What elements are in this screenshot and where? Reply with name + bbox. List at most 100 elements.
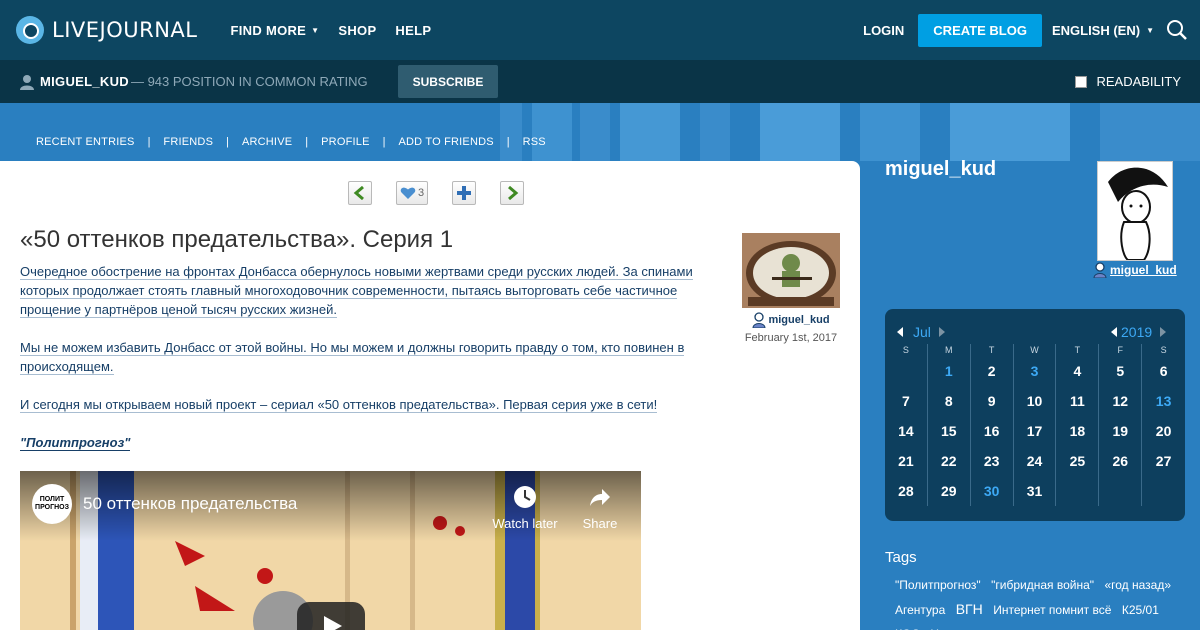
calendar-day: 5 xyxy=(1099,356,1143,386)
arrow-right-icon xyxy=(508,186,519,200)
calendar-day: 28 xyxy=(885,476,928,506)
previous-month-icon[interactable] xyxy=(897,327,903,337)
tag-link[interactable]: Интернет помнит всё xyxy=(993,603,1111,617)
create-blog-button[interactable]: CREATE BLOG xyxy=(918,13,1042,47)
channel-avatar[interactable]: ПОЛИТ ПРОГНОЗ xyxy=(32,484,72,524)
nav-find-more[interactable]: FIND MORE ▼ xyxy=(231,23,320,38)
calendar-day: 14 xyxy=(885,416,928,446)
calendar-day: 9 xyxy=(971,386,1014,416)
embedded-video[interactable]: ПОЛИТ ПРОГНОЗ 50 оттенков предательства … xyxy=(20,471,641,630)
journal-name: miguel_kud xyxy=(885,158,997,180)
entry-meta: miguel_kud February 1st, 2017 xyxy=(742,312,840,344)
calendar-month: Jul xyxy=(897,324,945,340)
entry-paragraph: И сегодня мы открываем новый проект – се… xyxy=(20,395,710,414)
chevron-down-icon: ▼ xyxy=(311,25,320,35)
menu-add-to-friends[interactable]: ADD TO FRIENDS xyxy=(398,136,493,148)
entry-paragraph-text: И сегодня мы открываем новый проект – се… xyxy=(20,397,658,413)
calendar-month-label[interactable]: Jul xyxy=(913,324,931,340)
user-icon xyxy=(1093,262,1107,278)
entry-paragraph-text: Очередное обострение на фронтах Донбасса… xyxy=(20,264,693,318)
calendar-empty-cell xyxy=(1099,476,1143,506)
next-entry-button[interactable] xyxy=(500,181,524,205)
weekday: T xyxy=(1056,344,1100,356)
play-icon xyxy=(324,616,342,630)
next-month-icon[interactable] xyxy=(938,327,945,337)
tag-link[interactable]: "гибридная война" xyxy=(991,578,1094,592)
language-label: ENGLISH (EN) xyxy=(1051,22,1141,38)
language-selector[interactable]: ENGLISH (EN) ▼ xyxy=(1052,23,1154,38)
entry-userpic[interactable] xyxy=(742,233,840,308)
like-button[interactable]: 3 xyxy=(396,181,428,205)
calendar-day[interactable]: 3 xyxy=(1014,356,1057,386)
weekday: S xyxy=(1160,345,1167,355)
calendar-day: 26 xyxy=(1099,446,1143,476)
menu-friends[interactable]: FRIENDS xyxy=(163,136,213,148)
heart-icon xyxy=(400,187,416,199)
calendar-day: 17 xyxy=(1014,416,1057,446)
login-link[interactable]: LOGIN xyxy=(863,23,904,38)
calendar-year: 2019 xyxy=(1111,324,1167,340)
next-year-icon[interactable] xyxy=(1160,327,1167,337)
tag-link[interactable]: ВГН xyxy=(956,601,983,617)
subscribe-button[interactable]: SUBSCRIBE xyxy=(397,65,499,98)
journal-user-bar: MIGUEL_KUD — 943 POSITION IN COMMON RATI… xyxy=(0,60,1200,103)
menu-profile[interactable]: PROFILE xyxy=(321,136,369,148)
tag-link[interactable]: «год назад» xyxy=(1104,578,1171,592)
entry-date: February 1st, 2017 xyxy=(744,332,838,344)
calendar-week-row: 7 8 9 10 11 12 13 xyxy=(885,386,1185,416)
menu-archive[interactable]: ARCHIVE xyxy=(242,136,292,148)
journal-menu: RECENT ENTRIES | FRIENDS | ARCHIVE | PRO… xyxy=(36,136,546,148)
calendar-empty-cell xyxy=(1056,476,1100,506)
search-icon[interactable] xyxy=(1166,19,1188,41)
share-button[interactable]: Share xyxy=(582,485,618,531)
nav-help[interactable]: HELP xyxy=(395,23,431,38)
tag-link[interactable]: К25/01 xyxy=(1122,603,1159,617)
previous-year-icon[interactable] xyxy=(1111,327,1117,337)
calendar-day[interactable]: 1 xyxy=(928,356,971,386)
readability-checkbox[interactable] xyxy=(1075,75,1088,88)
entry-navigation: 3 xyxy=(348,181,548,205)
tag-link[interactable]: Агентура xyxy=(895,603,945,617)
readability-toggle[interactable]: READABILITY xyxy=(1075,60,1181,103)
calendar-day: 16 xyxy=(971,416,1014,446)
journal-user-link[interactable]: miguel_kud xyxy=(1093,262,1177,278)
calendar-day: 18 xyxy=(1056,416,1100,446)
video-title[interactable]: 50 оттенков предательства xyxy=(83,494,297,514)
account-nav: LOGIN CREATE BLOG ENGLISH (EN) ▼ xyxy=(863,0,1200,60)
calendar-grid: S M T W T F S 1 2 3 4 5 6 7 8 9 10 11 12 13 14 15 16 17 1… xyxy=(885,344,1185,506)
nav-shop-label: SHOP xyxy=(338,22,377,38)
calendar-day: 21 xyxy=(885,446,928,476)
share-label: Share xyxy=(582,516,618,531)
calendar-weekday-row: S M T W T F S xyxy=(885,344,1185,356)
entry-author[interactable]: miguel_kud xyxy=(742,312,840,328)
weekday: F xyxy=(1099,344,1143,356)
watch-later-button[interactable]: Watch later xyxy=(488,485,562,531)
menu-recent-entries[interactable]: RECENT ENTRIES xyxy=(36,136,135,148)
livejournal-logo[interactable]: LIVEJOURNAL xyxy=(16,16,198,44)
calendar-year-label[interactable]: 2019 xyxy=(1121,324,1152,340)
share-icon xyxy=(590,489,610,506)
calendar: Jul 2019 S M T W T F S 1 2 3 4 5 6 7 8 9 10 11 12 13… xyxy=(885,309,1185,521)
nav-shop[interactable]: SHOP xyxy=(338,23,376,38)
calendar-day[interactable]: 13 xyxy=(1142,386,1185,416)
journal-userpic[interactable] xyxy=(1097,161,1173,261)
calendar-day: 2 xyxy=(971,356,1014,386)
tag-cloud: "Политпрогноз" "гибридная война" «год на… xyxy=(895,573,1190,630)
play-button[interactable] xyxy=(297,602,365,630)
calendar-week-row: 28 29 30 31 xyxy=(885,476,1185,506)
calendar-day: 6 xyxy=(1159,363,1168,379)
previous-entry-button[interactable] xyxy=(348,181,372,205)
calendar-empty-cell xyxy=(885,356,928,386)
calendar-day: 20 xyxy=(1155,423,1172,439)
calendar-week-row: 14 15 16 17 18 19 20 xyxy=(885,416,1185,446)
tag-link[interactable]: "Политпрогноз" xyxy=(895,578,981,592)
calendar-day[interactable]: 30 xyxy=(971,476,1014,506)
entry-source: "Политпрогноз" xyxy=(20,433,710,452)
journal-owner[interactable]: MIGUEL_KUD xyxy=(20,74,129,90)
calendar-day: 24 xyxy=(1014,446,1057,476)
calendar-empty-cell xyxy=(1142,476,1185,506)
calendar-day: 19 xyxy=(1099,416,1143,446)
source-link[interactable]: "Политпрогноз" xyxy=(20,435,131,451)
add-memory-button[interactable] xyxy=(452,181,476,205)
menu-rss[interactable]: RSS xyxy=(523,136,546,148)
